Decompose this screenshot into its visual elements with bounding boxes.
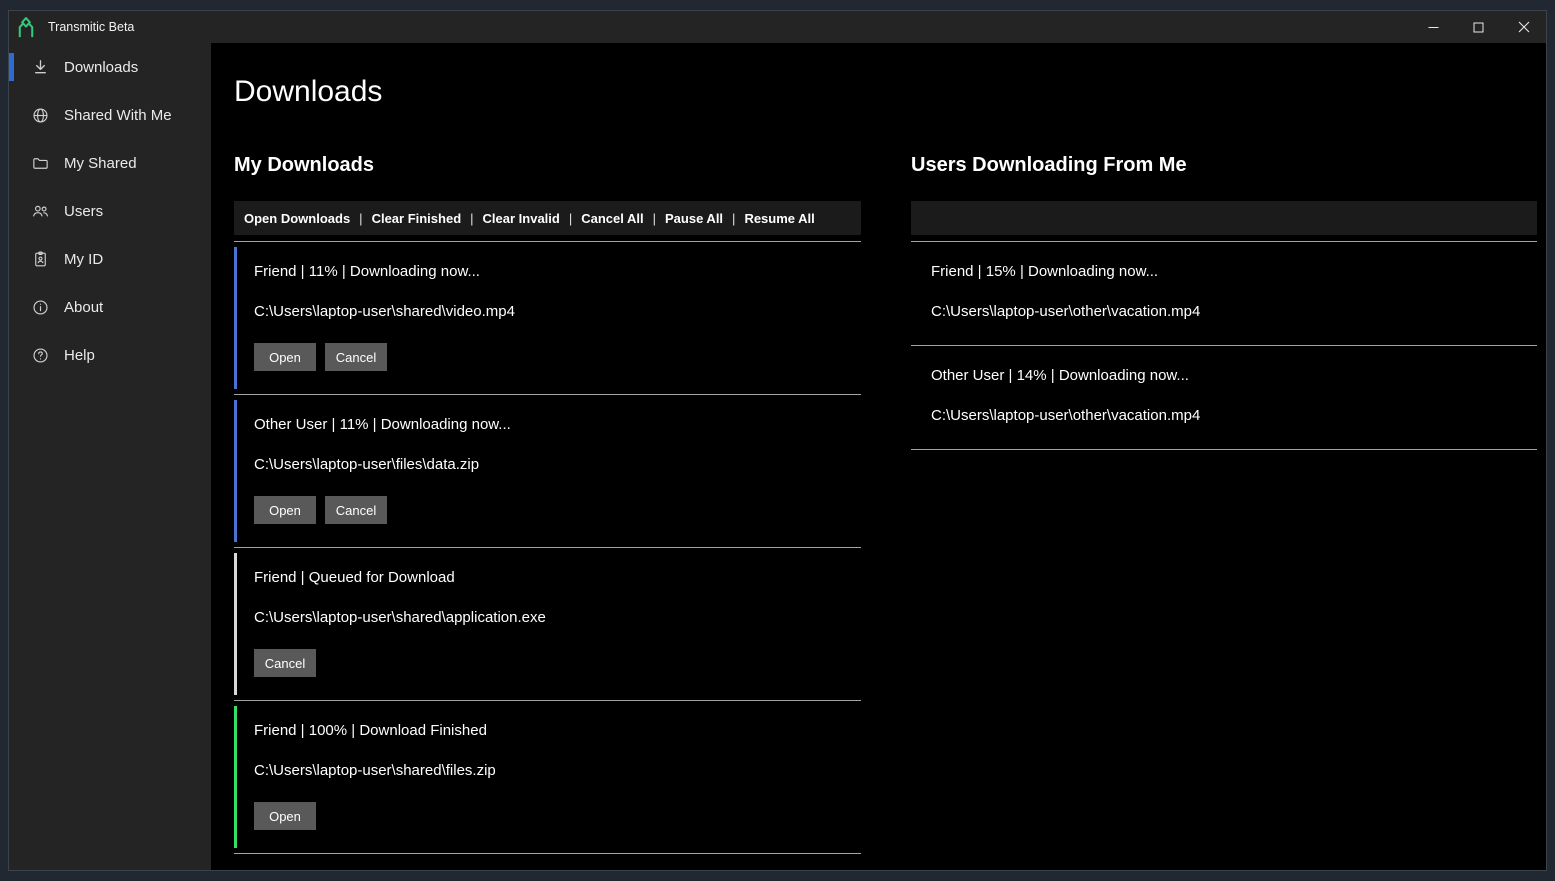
open-button[interactable]: Open — [254, 496, 316, 524]
download-item: Friend | 100% | Download Finished C:\User… — [234, 701, 861, 853]
item-status-line: Other User | 14% | Downloading now... — [931, 367, 1189, 384]
sidebar-item-my-shared[interactable]: My Shared — [9, 139, 211, 187]
toolbar-link-cancel-all[interactable]: Cancel All — [581, 211, 643, 226]
my-downloads-list: Friend | 11% | Downloading now... C:\User… — [234, 241, 861, 854]
close-button[interactable] — [1501, 11, 1546, 43]
page-title: Downloads — [234, 75, 383, 108]
item-file-path: C:\Users\laptop-user\shared\application.… — [254, 609, 546, 626]
sidebar-item-my-id[interactable]: My ID — [9, 235, 211, 283]
item-button-row: Open Cancel — [254, 343, 861, 371]
cancel-button[interactable]: Cancel — [254, 649, 316, 677]
window-controls — [1411, 11, 1546, 43]
sidebar-item-label: My Shared — [64, 154, 137, 172]
toolbar-separator: | — [652, 210, 656, 226]
item-button-row: Open Cancel — [254, 496, 861, 524]
app-window: Transmitic Beta Downloads Shared With Me… — [8, 10, 1547, 871]
item-file-path: C:\Users\laptop-user\files\data.zip — [254, 456, 480, 473]
info-icon — [30, 297, 50, 317]
item-status-line: Friend | 15% | Downloading now... — [931, 263, 1159, 280]
item-status-line: Friend | 11% | Downloading now... — [254, 263, 480, 280]
downloads-toolbar: Open Downloads | Clear Finished | Clear Inva… — [234, 201, 861, 235]
sidebar-item-users[interactable]: Users — [9, 187, 211, 235]
download-item: Friend | Queued for Download C:\Users\lap… — [234, 548, 861, 700]
toolbar-separator: | — [732, 210, 736, 226]
item-button-row: Open — [254, 802, 861, 830]
titlebar: Transmitic Beta — [9, 11, 1546, 43]
open-button[interactable]: Open — [254, 343, 316, 371]
users-downloading-section: Users Downloading From Me Friend | 15% |… — [911, 153, 1537, 854]
sidebar-item-help[interactable]: Help — [9, 331, 211, 379]
users-downloading-list: Friend | 15% | Downloading now... C:\User… — [911, 241, 1537, 450]
sidebar-item-label: My ID — [64, 250, 104, 268]
sidebar-nav: Downloads Shared With Me My Shared Users… — [9, 43, 211, 870]
download-item: Other User | 11% | Downloading now... C:\… — [234, 395, 861, 547]
users-icon — [30, 201, 50, 221]
item-status-line: Other User | 11% | Downloading now... — [254, 416, 511, 433]
my-downloads-heading: My Downloads — [234, 154, 375, 176]
maximize-button[interactable] — [1456, 11, 1501, 43]
cancel-button[interactable]: Cancel — [325, 343, 387, 371]
desktop-background: { "window": { "title": "Transmitic Beta"… — [0, 0, 1555, 881]
cancel-button[interactable]: Cancel — [325, 496, 387, 524]
transmitic-logo-icon — [16, 16, 36, 39]
item-file-path: C:\Users\laptop-user\shared\files.zip — [254, 762, 496, 779]
users-downloading-heading: Users Downloading From Me — [911, 154, 1187, 176]
item-button-row: Cancel — [254, 649, 861, 677]
sidebar-item-label: Users — [64, 202, 104, 220]
list-separator — [234, 853, 861, 854]
download-icon — [30, 57, 50, 77]
sidebar-item-downloads[interactable]: Downloads — [9, 43, 211, 91]
columns: My Downloads Open Downloads | Clear Finish… — [234, 153, 1546, 854]
toolbar-link-open-downloads[interactable]: Open Downloads — [244, 211, 350, 226]
open-button[interactable]: Open — [254, 802, 316, 830]
globe-icon — [30, 105, 50, 125]
app-body: Downloads Shared With Me My Shared Users… — [9, 43, 1546, 870]
window-title: Transmitic Beta — [48, 20, 135, 34]
help-icon — [30, 345, 50, 365]
folder-icon — [30, 153, 50, 173]
sidebar-item-label: Help — [64, 346, 95, 364]
item-file-path: C:\Users\laptop-user\other\vacation.mp4 — [931, 407, 1201, 424]
item-file-path: C:\Users\laptop-user\shared\video.mp4 — [254, 303, 515, 320]
toolbar-link-clear-invalid[interactable]: Clear Invalid — [483, 211, 560, 226]
list-separator — [911, 449, 1537, 450]
toolbar-separator: | — [568, 210, 573, 226]
toolbar-link-resume-all[interactable]: Resume All — [744, 211, 814, 226]
sidebar-item-shared-with-me[interactable]: Shared With Me — [9, 91, 211, 139]
toolbar-link-pause-all[interactable]: Pause All — [665, 211, 723, 226]
minimize-button[interactable] — [1411, 11, 1456, 43]
users-downloading-toolbar-empty — [911, 201, 1537, 235]
sidebar-item-label: About — [64, 298, 104, 316]
sidebar-item-label: Shared With Me — [64, 106, 172, 124]
item-status-line: Friend | 100% | Download Finished — [254, 722, 487, 739]
sidebar-item-label: Downloads — [64, 58, 139, 76]
sidebar-item-about[interactable]: About — [9, 283, 211, 331]
download-item: Friend | 11% | Downloading now... C:\User… — [234, 242, 861, 394]
upload-item: Other User | 14% | Downloading now... C:\… — [911, 346, 1537, 449]
main-content: Downloads My Downloads Open Downloads | Cl… — [211, 43, 1546, 870]
my-downloads-section: My Downloads Open Downloads | Clear Finish… — [234, 153, 861, 854]
toolbar-separator: | — [359, 210, 363, 226]
upload-item: Friend | 15% | Downloading now... C:\User… — [911, 242, 1537, 345]
item-file-path: C:\Users\laptop-user\other\vacation.mp4 — [931, 303, 1201, 320]
item-status-line: Friend | Queued for Download — [254, 569, 455, 586]
toolbar-link-clear-finished[interactable]: Clear Finished — [372, 211, 462, 226]
id-badge-icon — [30, 249, 50, 269]
toolbar-separator: | — [470, 210, 474, 226]
